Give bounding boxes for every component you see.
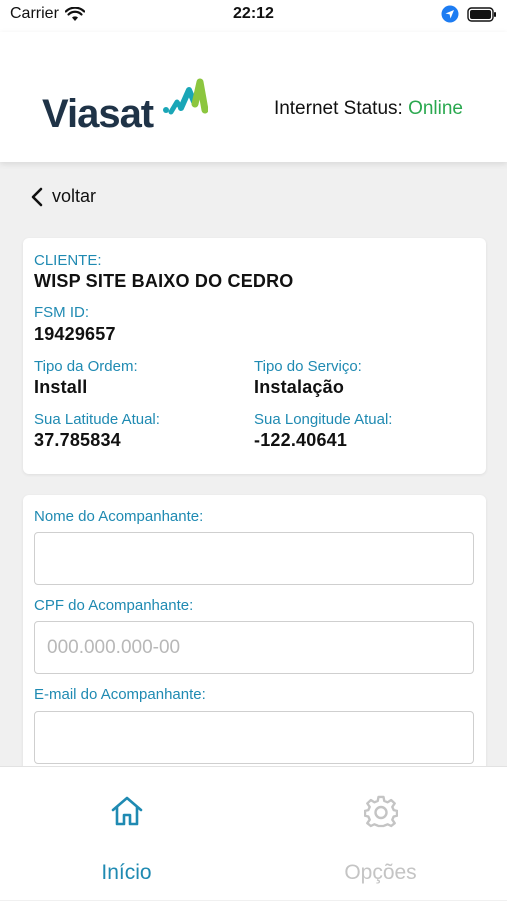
longitude-value: -122.40641 bbox=[254, 430, 348, 450]
fsm-id-value: 19429657 bbox=[34, 324, 116, 344]
cpf-acompanhante-label: CPF do Acompanhante: bbox=[34, 597, 194, 614]
tab-inicio-label: Início bbox=[101, 861, 152, 884]
app-header: Viasat Internet Status: Online bbox=[0, 32, 507, 162]
tipo-ordem-label: Tipo da Ordem: bbox=[34, 358, 138, 375]
latitude-label: Sua Latitude Atual: bbox=[34, 411, 160, 428]
order-info-card: CLIENTE: WISP SITE BAIXO DO CEDRO FSM ID… bbox=[23, 238, 486, 474]
internet-status: Internet Status: Online bbox=[274, 98, 463, 120]
chevron-left-icon bbox=[31, 187, 43, 206]
tipo-ordem-value: Install bbox=[34, 377, 88, 397]
latitude-value: 37.785834 bbox=[34, 430, 121, 450]
tab-bar: Início Opções bbox=[0, 766, 507, 900]
fsm-id-label: FSM ID: bbox=[34, 304, 89, 321]
tab-inicio[interactable]: Início bbox=[0, 767, 253, 901]
location-arrow-icon bbox=[441, 5, 459, 23]
companion-form-card: Nome do Acompanhante: CPF do Acompanhant… bbox=[23, 495, 486, 795]
cliente-value: WISP SITE BAIXO DO CEDRO bbox=[34, 271, 294, 291]
gear-icon bbox=[364, 795, 398, 828]
email-acompanhante-input[interactable] bbox=[34, 711, 474, 764]
logo-text: Viasat bbox=[42, 92, 154, 136]
tipo-servico-label: Tipo do Serviço: bbox=[254, 358, 362, 375]
tab-opcoes[interactable]: Opções bbox=[254, 767, 507, 901]
cpf-acompanhante-input[interactable] bbox=[34, 621, 474, 674]
longitude-label: Sua Longitude Atual: bbox=[254, 411, 393, 428]
nome-acompanhante-label: Nome do Acompanhante: bbox=[34, 508, 204, 525]
internet-status-value: Online bbox=[408, 98, 463, 119]
tab-opcoes-label: Opções bbox=[344, 861, 417, 884]
nome-acompanhante-input[interactable] bbox=[34, 532, 474, 585]
email-acompanhante-label: E-mail do Acompanhante: bbox=[34, 686, 206, 703]
back-label: voltar bbox=[52, 186, 97, 206]
internet-status-label: Internet Status: bbox=[273, 98, 403, 119]
viasat-logo: Viasat bbox=[42, 78, 212, 138]
battery-icon bbox=[467, 6, 496, 22]
back-button[interactable]: voltar bbox=[30, 186, 96, 207]
cliente-label: CLIENTE: bbox=[34, 252, 102, 269]
tipo-servico-value: Instalação bbox=[254, 377, 345, 397]
status-bar: Carrier 22:12 bbox=[0, 0, 507, 32]
home-icon bbox=[111, 796, 143, 826]
status-bar-right bbox=[441, 5, 497, 23]
status-bar-time: 22:12 bbox=[233, 5, 274, 22]
viasat-wave-icon bbox=[163, 78, 208, 115]
